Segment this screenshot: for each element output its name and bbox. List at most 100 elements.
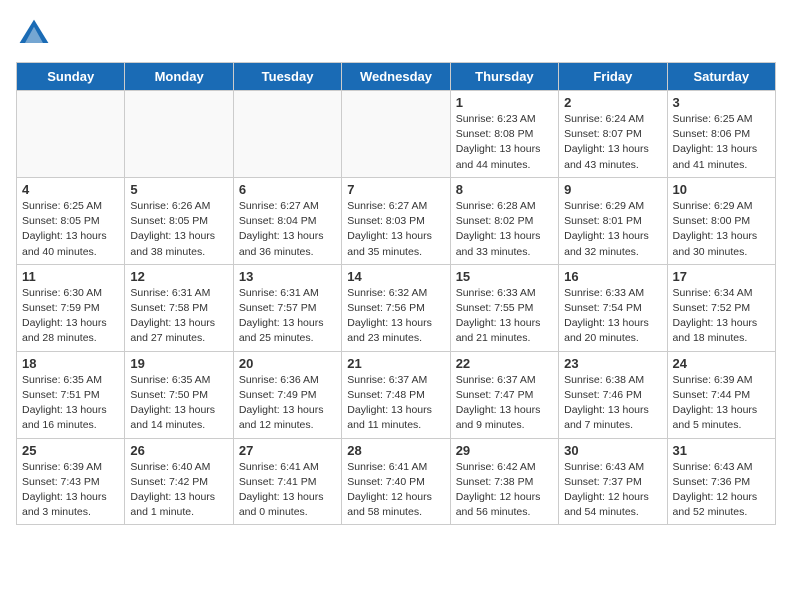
day-number: 21 (347, 356, 444, 371)
day-number: 17 (673, 269, 770, 284)
day-info: Sunrise: 6:37 AM Sunset: 7:47 PM Dayligh… (456, 373, 553, 434)
day-info: Sunrise: 6:36 AM Sunset: 7:49 PM Dayligh… (239, 373, 336, 434)
calendar-header-row: SundayMondayTuesdayWednesdayThursdayFrid… (17, 63, 776, 91)
calendar-cell: 21 Sunrise: 6:37 AM Sunset: 7:48 PM Dayli… (342, 351, 450, 438)
calendar-cell: 23 Sunrise: 6:38 AM Sunset: 7:46 PM Dayli… (559, 351, 667, 438)
day-number: 2 (564, 95, 661, 110)
calendar-cell: 9 Sunrise: 6:29 AM Sunset: 8:01 PM Daylig… (559, 177, 667, 264)
day-number: 14 (347, 269, 444, 284)
day-number: 9 (564, 182, 661, 197)
calendar-table: SundayMondayTuesdayWednesdayThursdayFrid… (16, 62, 776, 525)
calendar-cell: 1 Sunrise: 6:23 AM Sunset: 8:08 PM Daylig… (450, 91, 558, 178)
calendar-week-4: 18 Sunrise: 6:35 AM Sunset: 7:51 PM Dayli… (17, 351, 776, 438)
day-info: Sunrise: 6:33 AM Sunset: 7:55 PM Dayligh… (456, 286, 553, 347)
day-info: Sunrise: 6:35 AM Sunset: 7:51 PM Dayligh… (22, 373, 119, 434)
calendar-cell: 20 Sunrise: 6:36 AM Sunset: 7:49 PM Dayli… (233, 351, 341, 438)
day-info: Sunrise: 6:28 AM Sunset: 8:02 PM Dayligh… (456, 199, 553, 260)
day-info: Sunrise: 6:43 AM Sunset: 7:37 PM Dayligh… (564, 460, 661, 521)
day-info: Sunrise: 6:32 AM Sunset: 7:56 PM Dayligh… (347, 286, 444, 347)
calendar-cell: 27 Sunrise: 6:41 AM Sunset: 7:41 PM Dayli… (233, 438, 341, 525)
day-info: Sunrise: 6:42 AM Sunset: 7:38 PM Dayligh… (456, 460, 553, 521)
page-header (16, 16, 776, 52)
calendar-cell: 15 Sunrise: 6:33 AM Sunset: 7:55 PM Dayli… (450, 264, 558, 351)
logo (16, 16, 56, 52)
day-number: 20 (239, 356, 336, 371)
day-info: Sunrise: 6:38 AM Sunset: 7:46 PM Dayligh… (564, 373, 661, 434)
day-number: 15 (456, 269, 553, 284)
day-info: Sunrise: 6:25 AM Sunset: 8:06 PM Dayligh… (673, 112, 770, 173)
calendar-cell: 11 Sunrise: 6:30 AM Sunset: 7:59 PM Dayli… (17, 264, 125, 351)
day-number: 19 (130, 356, 227, 371)
day-info: Sunrise: 6:24 AM Sunset: 8:07 PM Dayligh… (564, 112, 661, 173)
calendar-cell: 30 Sunrise: 6:43 AM Sunset: 7:37 PM Dayli… (559, 438, 667, 525)
day-number: 25 (22, 443, 119, 458)
calendar-header-saturday: Saturday (667, 63, 775, 91)
day-number: 27 (239, 443, 336, 458)
day-number: 4 (22, 182, 119, 197)
day-info: Sunrise: 6:43 AM Sunset: 7:36 PM Dayligh… (673, 460, 770, 521)
calendar-cell: 10 Sunrise: 6:29 AM Sunset: 8:00 PM Dayli… (667, 177, 775, 264)
calendar-header-friday: Friday (559, 63, 667, 91)
day-info: Sunrise: 6:23 AM Sunset: 8:08 PM Dayligh… (456, 112, 553, 173)
day-info: Sunrise: 6:39 AM Sunset: 7:43 PM Dayligh… (22, 460, 119, 521)
day-info: Sunrise: 6:29 AM Sunset: 8:00 PM Dayligh… (673, 199, 770, 260)
day-number: 7 (347, 182, 444, 197)
day-number: 23 (564, 356, 661, 371)
day-number: 13 (239, 269, 336, 284)
calendar-cell: 26 Sunrise: 6:40 AM Sunset: 7:42 PM Dayli… (125, 438, 233, 525)
day-info: Sunrise: 6:34 AM Sunset: 7:52 PM Dayligh… (673, 286, 770, 347)
day-info: Sunrise: 6:33 AM Sunset: 7:54 PM Dayligh… (564, 286, 661, 347)
day-info: Sunrise: 6:29 AM Sunset: 8:01 PM Dayligh… (564, 199, 661, 260)
calendar-header-thursday: Thursday (450, 63, 558, 91)
calendar-cell (125, 91, 233, 178)
calendar-cell: 28Sunrise: 6:41 AM Sunset: 7:40 PM Dayli… (342, 438, 450, 525)
day-number: 1 (456, 95, 553, 110)
day-number: 18 (22, 356, 119, 371)
day-info: Sunrise: 6:41 AM Sunset: 7:40 PM Dayligh… (347, 460, 444, 521)
day-info: Sunrise: 6:31 AM Sunset: 7:57 PM Dayligh… (239, 286, 336, 347)
calendar-cell: 4 Sunrise: 6:25 AM Sunset: 8:05 PM Daylig… (17, 177, 125, 264)
calendar-cell: 24Sunrise: 6:39 AM Sunset: 7:44 PM Dayli… (667, 351, 775, 438)
day-info: Sunrise: 6:35 AM Sunset: 7:50 PM Dayligh… (130, 373, 227, 434)
calendar-cell: 16Sunrise: 6:33 AM Sunset: 7:54 PM Dayli… (559, 264, 667, 351)
day-number: 3 (673, 95, 770, 110)
calendar-cell: 19 Sunrise: 6:35 AM Sunset: 7:50 PM Dayli… (125, 351, 233, 438)
calendar-cell: 14 Sunrise: 6:32 AM Sunset: 7:56 PM Dayli… (342, 264, 450, 351)
calendar-week-2: 4 Sunrise: 6:25 AM Sunset: 8:05 PM Daylig… (17, 177, 776, 264)
day-info: Sunrise: 6:27 AM Sunset: 8:04 PM Dayligh… (239, 199, 336, 260)
day-number: 24 (673, 356, 770, 371)
day-number: 8 (456, 182, 553, 197)
calendar-cell: 6Sunrise: 6:27 AM Sunset: 8:04 PM Daylig… (233, 177, 341, 264)
calendar-header-wednesday: Wednesday (342, 63, 450, 91)
day-number: 11 (22, 269, 119, 284)
calendar-cell: 22 Sunrise: 6:37 AM Sunset: 7:47 PM Dayli… (450, 351, 558, 438)
calendar-cell (233, 91, 341, 178)
calendar-cell: 2 Sunrise: 6:24 AM Sunset: 8:07 PM Daylig… (559, 91, 667, 178)
calendar-cell: 8 Sunrise: 6:28 AM Sunset: 8:02 PM Daylig… (450, 177, 558, 264)
day-number: 30 (564, 443, 661, 458)
day-number: 26 (130, 443, 227, 458)
calendar-cell: 25 Sunrise: 6:39 AM Sunset: 7:43 PM Dayli… (17, 438, 125, 525)
day-number: 22 (456, 356, 553, 371)
logo-icon (16, 16, 52, 52)
day-info: Sunrise: 6:30 AM Sunset: 7:59 PM Dayligh… (22, 286, 119, 347)
calendar-week-3: 11 Sunrise: 6:30 AM Sunset: 7:59 PM Dayli… (17, 264, 776, 351)
calendar-week-5: 25 Sunrise: 6:39 AM Sunset: 7:43 PM Dayli… (17, 438, 776, 525)
calendar-cell (17, 91, 125, 178)
day-number: 5 (130, 182, 227, 197)
calendar-cell: 17 Sunrise: 6:34 AM Sunset: 7:52 PM Dayli… (667, 264, 775, 351)
day-info: Sunrise: 6:41 AM Sunset: 7:41 PM Dayligh… (239, 460, 336, 521)
calendar-header-monday: Monday (125, 63, 233, 91)
day-info: Sunrise: 6:40 AM Sunset: 7:42 PM Dayligh… (130, 460, 227, 521)
day-number: 10 (673, 182, 770, 197)
day-number: 12 (130, 269, 227, 284)
calendar-cell: 5Sunrise: 6:26 AM Sunset: 8:05 PM Daylig… (125, 177, 233, 264)
calendar-cell: 31Sunrise: 6:43 AM Sunset: 7:36 PM Dayli… (667, 438, 775, 525)
calendar-cell: 18 Sunrise: 6:35 AM Sunset: 7:51 PM Dayli… (17, 351, 125, 438)
calendar-header-sunday: Sunday (17, 63, 125, 91)
day-info: Sunrise: 6:25 AM Sunset: 8:05 PM Dayligh… (22, 199, 119, 260)
calendar-week-1: 1 Sunrise: 6:23 AM Sunset: 8:08 PM Daylig… (17, 91, 776, 178)
day-info: Sunrise: 6:37 AM Sunset: 7:48 PM Dayligh… (347, 373, 444, 434)
calendar-cell: 7Sunrise: 6:27 AM Sunset: 8:03 PM Daylig… (342, 177, 450, 264)
calendar-cell: 13 Sunrise: 6:31 AM Sunset: 7:57 PM Dayli… (233, 264, 341, 351)
